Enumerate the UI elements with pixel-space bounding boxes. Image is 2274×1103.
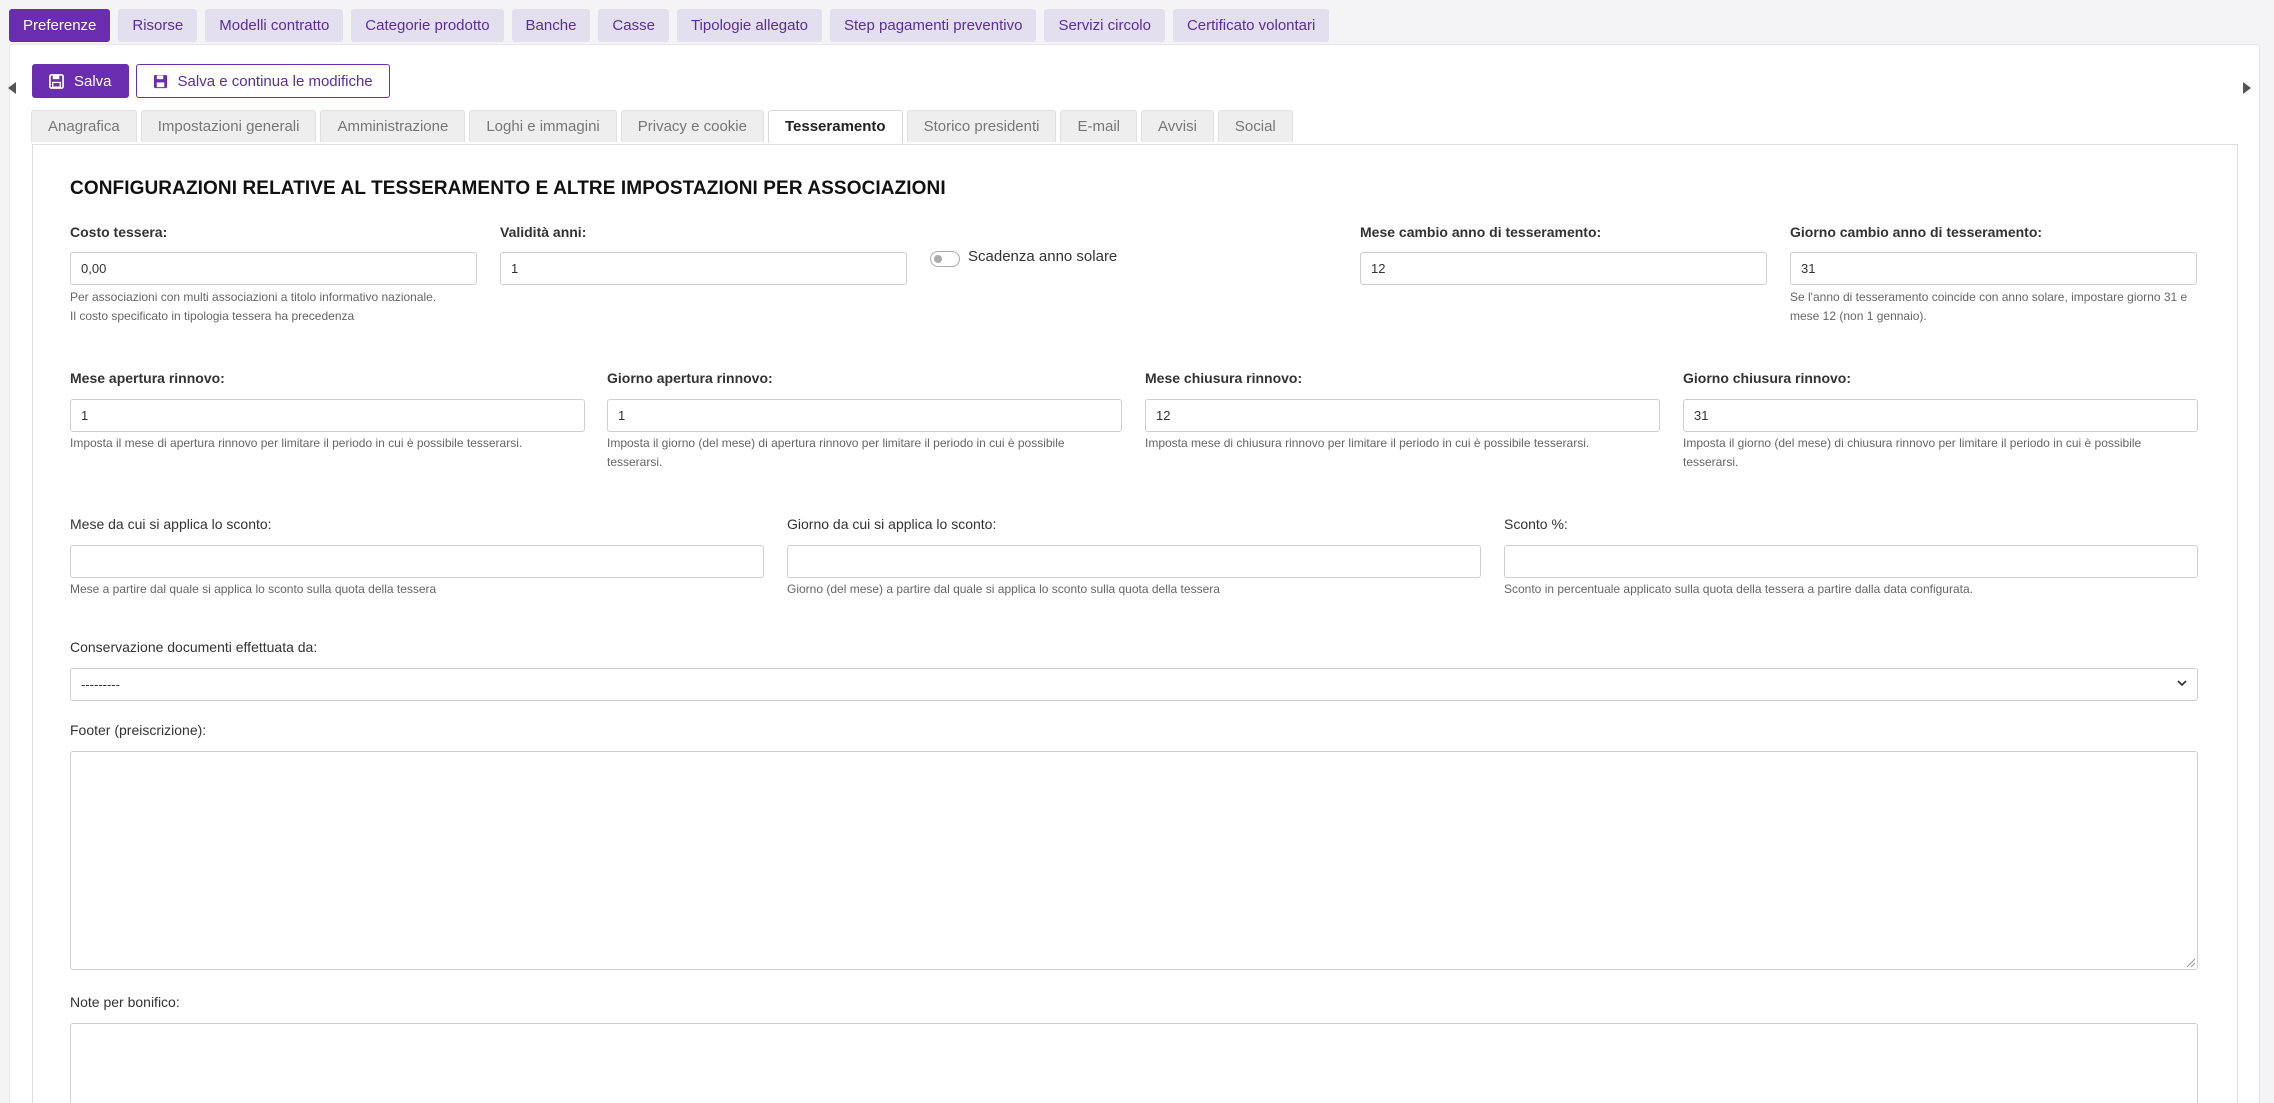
resize-grip-icon[interactable] [2186,958,2196,968]
mese-cambio-input[interactable]: 12 [1360,252,1767,285]
giorno-cambio-help: Se l'anno di tesseramento coincide con a… [1790,288,2187,326]
giorno-chiusura-help-line2: tesserarsi. [1683,455,1739,469]
tab-loghi-immagini[interactable]: Loghi e immagini [469,110,617,142]
giorno-chiusura-label: Giorno chiusura rinnovo: [1683,370,1852,386]
tab-storico-presidenti[interactable]: Storico presidenti [906,110,1057,142]
note-label: Note per bonifico: [70,994,180,1010]
conservazione-value: --------- [81,677,120,692]
mese-sconto-input[interactable] [70,545,764,578]
note-textarea[interactable] [70,1023,2198,1103]
topnav-step-pagamenti[interactable]: Step pagamenti preventivo [829,9,1037,42]
validita-input[interactable]: 1 [500,252,907,285]
giorno-sconto-help: Giorno (del mese) a partire dal quale si… [787,582,1220,596]
floppy-icon [49,73,64,89]
mese-chiusura-label: Mese chiusura rinnovo: [1145,370,1303,386]
topnav-certificato-volontari[interactable]: Certificato volontari [1172,9,1330,42]
save-button-label: Salva [74,72,112,90]
sconto-help: Sconto in percentuale applicato sulla qu… [1504,582,1973,596]
validita-label: Validità anni: [500,224,587,240]
tab-impostazioni-generali[interactable]: Impostazioni generali [140,110,317,142]
topnav-tipologie-allegato[interactable]: Tipologie allegato [676,9,822,42]
scroll-right-icon[interactable] [2243,82,2251,94]
mese-sconto-help: Mese a partire dal quale si applica lo s… [70,582,437,596]
floppy-icon [153,74,167,88]
save-continue-button[interactable]: Salva e continua le modifiche [135,64,390,98]
tab-avvisi[interactable]: Avvisi [1141,110,1214,142]
scroll-left-icon[interactable] [8,82,16,94]
toggle-knob [934,255,942,263]
topnav-categorie-prodotto[interactable]: Categorie prodotto [351,9,504,42]
page: { "topnav": [ {"label": "Preferenze", "a… [0,0,2274,1103]
costo-label: Costo tessera: [70,224,168,240]
section-title: CONFIGURAZIONI RELATIVE AL TESSERAMENTO … [70,178,946,199]
costo-help-line2: Il costo specificato in tipologia tesser… [70,309,355,323]
mese-chiusura-help: Imposta mese di chiusura rinnovo per lim… [1145,436,1590,450]
topnav-modelli-contratto[interactable]: Modelli contratto [205,9,344,42]
mese-apertura-help: Imposta il mese di apertura rinnovo per … [70,436,523,450]
tab-amministrazione[interactable]: Amministrazione [320,110,466,142]
mese-cambio-label: Mese cambio anno di tesseramento: [1360,224,1602,240]
mese-chiusura-input[interactable]: 12 [1145,399,1660,432]
footer-label: Footer (preiscrizione): [70,722,207,738]
top-nav: Preferenze Risorse Modelli contratto Cat… [9,9,1330,42]
costo-input[interactable]: 0,00 [70,252,477,285]
tab-social[interactable]: Social [1217,110,1293,142]
sconto-label: Sconto %: [1504,516,1568,532]
tab-tesseramento[interactable]: Tesseramento [767,110,903,143]
giorno-chiusura-input[interactable]: 31 [1683,399,2198,432]
giorno-apertura-label: Giorno apertura rinnovo: [607,370,773,386]
save-continue-label: Salva e continua le modifiche [177,72,373,90]
conservazione-label: Conservazione documenti effettuata da: [70,639,318,655]
topnav-casse[interactable]: Casse [598,9,669,42]
tab-anagrafica[interactable]: Anagrafica [31,110,137,142]
footer-textarea[interactable] [70,751,2198,970]
giorno-cambio-help-line2: mese 12 (non 1 gennaio). [1790,309,1927,323]
giorno-apertura-help: Imposta il giorno (del mese) di apertura… [607,434,1065,472]
costo-help-line1: Per associazioni con multi associazioni … [70,290,437,304]
topnav-preferenze[interactable]: Preferenze [9,9,111,42]
giorno-apertura-help-line2: tesserarsi. [607,455,663,469]
giorno-cambio-input[interactable]: 31 [1790,252,2197,285]
giorno-cambio-help-line1: Se l'anno di tesseramento coincide con a… [1790,290,2188,304]
giorno-cambio-label: Giorno cambio anno di tesseramento: [1790,224,2043,240]
giorno-apertura-input[interactable]: 1 [607,399,1122,432]
topnav-banche[interactable]: Banche [511,9,591,42]
chevron-down-icon [2177,680,2187,687]
tab-email[interactable]: E-mail [1060,110,1137,142]
scadenza-label: Scadenza anno solare [968,248,1118,265]
giorno-apertura-help-line1: Imposta il giorno (del mese) di apertura… [607,436,1065,450]
costo-help: Per associazioni con multi associazioni … [70,288,436,326]
tab-strip: Anagrafica Impostazioni generali Amminis… [31,110,1293,143]
giorno-sconto-label: Giorno da cui si applica lo sconto: [787,516,997,532]
giorno-chiusura-help: Imposta il giorno (del mese) di chiusura… [1683,434,2141,472]
action-bar: Salva Salva e continua le modifiche [32,64,390,98]
topnav-servizi-circolo[interactable]: Servizi circolo [1044,9,1165,42]
giorno-sconto-input[interactable] [787,545,1481,578]
save-button[interactable]: Salva [32,64,129,98]
mese-apertura-input[interactable]: 1 [70,399,585,432]
scadenza-toggle[interactable] [930,251,960,267]
giorno-chiusura-help-line1: Imposta il giorno (del mese) di chiusura… [1683,436,2142,450]
topnav-risorse[interactable]: Risorse [118,9,198,42]
sconto-input[interactable] [1504,545,2198,578]
mese-apertura-label: Mese apertura rinnovo: [70,370,225,386]
mese-sconto-label: Mese da cui si applica lo sconto: [70,516,272,532]
tab-privacy-cookie[interactable]: Privacy e cookie [620,110,764,142]
conservazione-select[interactable]: --------- [70,668,2198,701]
